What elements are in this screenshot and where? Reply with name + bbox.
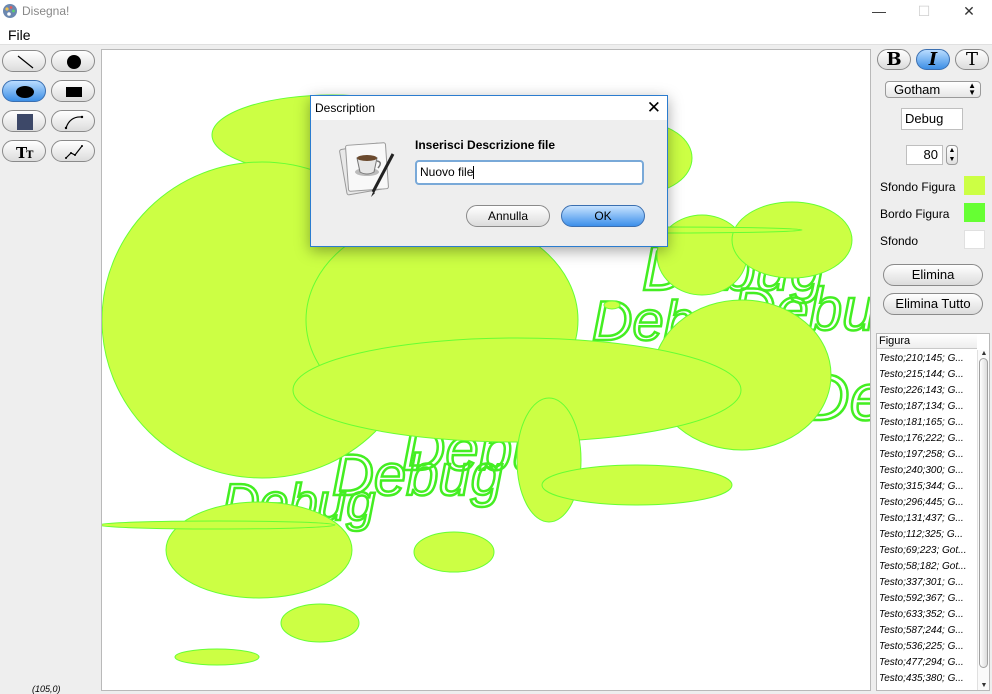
close-window-button[interactable]: ✕ <box>946 0 992 24</box>
filled-ellipse-icon <box>16 86 34 98</box>
filled-ellipse-tool-button[interactable] <box>2 80 46 102</box>
list-item[interactable]: Testo;187;134; G... <box>877 399 977 415</box>
list-item[interactable]: Testo;435;380; G... <box>877 671 977 687</box>
canvas-ellipse <box>413 531 495 573</box>
polyline-icon <box>65 145 83 159</box>
canvas-ellipse <box>165 501 353 599</box>
background-color-swatch[interactable] <box>964 230 985 249</box>
coffee-cup-document-icon <box>339 142 395 197</box>
cancel-button[interactable]: Annulla <box>466 205 550 227</box>
list-item[interactable]: Testo;226;143; G... <box>877 383 977 399</box>
fill-color-swatch[interactable] <box>964 176 985 195</box>
list-item[interactable]: Testo;536;225; G... <box>877 639 977 655</box>
palette-icon <box>3 4 17 18</box>
list-scrollbar[interactable]: ▲ ▼ <box>977 350 989 690</box>
curve-icon <box>64 115 84 130</box>
list-item[interactable]: Testo;69;223; Got... <box>877 543 977 559</box>
description-input[interactable]: Nuovo file <box>415 160 644 185</box>
delete-button[interactable]: Elimina <box>883 264 983 286</box>
list-item[interactable]: Testo;633;352; G... <box>877 607 977 623</box>
text-content-input[interactable]: Debug <box>901 108 963 130</box>
maximize-button[interactable]: ☐ <box>901 0 947 24</box>
list-item[interactable]: Testo;58;182; Got... <box>877 559 977 575</box>
border-color-swatch[interactable] <box>964 203 985 222</box>
list-rows: Testo;210;145; G... Testo;215;144; G... Te… <box>877 351 977 687</box>
canvas-ellipse <box>603 300 621 310</box>
list-item[interactable]: Testo;477;294; G... <box>877 655 977 671</box>
dialog-message: Inserisci Descrizione file <box>415 138 556 152</box>
font-select[interactable]: Gotham ▲ ▼ <box>885 81 981 98</box>
ok-button[interactable]: OK <box>561 205 645 227</box>
select-arrows-icon: ▲ ▼ <box>968 81 976 97</box>
shapes-list[interactable]: Figura Testo;210;145; G... Testo;215;144;… <box>876 333 990 691</box>
list-header: Figura <box>877 334 977 349</box>
list-item[interactable]: Testo;592;367; G... <box>877 591 977 607</box>
square-icon <box>17 114 33 130</box>
filled-rectangle-tool-button[interactable] <box>51 80 95 102</box>
dialog-body: Inserisci Descrizione file Nuovo file An… <box>311 120 667 246</box>
curve-tool-button[interactable] <box>51 110 95 132</box>
scroll-thumb[interactable] <box>979 358 988 668</box>
description-dialog: Description ✕ Inserisci Descrizione file… <box>310 95 668 247</box>
filled-circle-icon <box>67 55 81 69</box>
menu-bar: File <box>0 24 992 45</box>
line-tool-button[interactable] <box>2 50 46 72</box>
canvas-ellipse <box>174 648 260 666</box>
square-tool-button[interactable] <box>2 110 46 132</box>
filled-rectangle-icon <box>66 87 82 97</box>
dialog-title: Description <box>315 101 376 115</box>
delete-all-button[interactable]: Elimina Tutto <box>883 293 983 315</box>
canvas-ellipse <box>541 464 733 506</box>
list-item[interactable]: Testo;215;144; G... <box>877 367 977 383</box>
list-item[interactable]: Testo;181;165; G... <box>877 415 977 431</box>
list-item[interactable]: Testo;315;344; G... <box>877 479 977 495</box>
window-title: Disegna! <box>22 4 70 18</box>
svg-text:T: T <box>26 150 34 161</box>
canvas-ellipse <box>292 337 742 443</box>
canvas-ellipse <box>102 520 336 530</box>
text-style-button[interactable]: T <box>955 49 989 70</box>
font-size-input[interactable]: 80 <box>906 145 943 165</box>
list-item[interactable]: Testo;112;325; G... <box>877 527 977 543</box>
canvas-ellipse <box>280 603 360 643</box>
list-item[interactable]: Testo;210;145; G... <box>877 351 977 367</box>
line-icon <box>17 55 34 69</box>
bold-button[interactable]: B <box>877 49 911 70</box>
font-size-stepper[interactable]: ▲ ▼ <box>946 145 958 165</box>
list-item[interactable]: Testo;197;258; G... <box>877 447 977 463</box>
list-item[interactable]: Testo;176;222; G... <box>877 431 977 447</box>
canvas-ellipse <box>516 397 582 523</box>
border-color-label: Bordo Figura <box>880 207 950 221</box>
list-item[interactable]: Testo;131;437; G... <box>877 511 977 527</box>
menu-file[interactable]: File <box>8 27 31 43</box>
filled-circle-tool-button[interactable] <box>51 50 95 72</box>
list-item[interactable]: Testo;240;300; G... <box>877 463 977 479</box>
dialog-close-button[interactable]: ✕ <box>647 98 661 118</box>
background-color-label: Sfondo <box>880 234 919 248</box>
canvas-ellipse <box>731 201 853 279</box>
description-input-value: Nuovo file <box>420 165 474 179</box>
polyline-tool-button[interactable] <box>51 140 95 162</box>
list-item[interactable]: Testo;337;301; G... <box>877 575 977 591</box>
text-caret <box>473 166 475 180</box>
title-bar: Disegna! — ☐ ✕ <box>0 0 992 24</box>
italic-button[interactable]: I <box>916 49 950 70</box>
scroll-down-icon[interactable]: ▼ <box>978 682 989 690</box>
list-item[interactable]: Testo;296;445; G... <box>877 495 977 511</box>
minimize-button[interactable]: — <box>856 0 902 24</box>
text-tool-button[interactable]: T T <box>2 140 46 162</box>
text-tool-icon: T T <box>16 144 34 162</box>
font-select-value: Gotham <box>894 82 941 97</box>
cursor-coordinates: (105,0) <box>32 684 61 694</box>
fill-color-label: Sfondo Figura <box>880 180 956 194</box>
scroll-up-icon[interactable]: ▲ <box>978 350 989 358</box>
list-item[interactable]: Testo;587;244; G... <box>877 623 977 639</box>
